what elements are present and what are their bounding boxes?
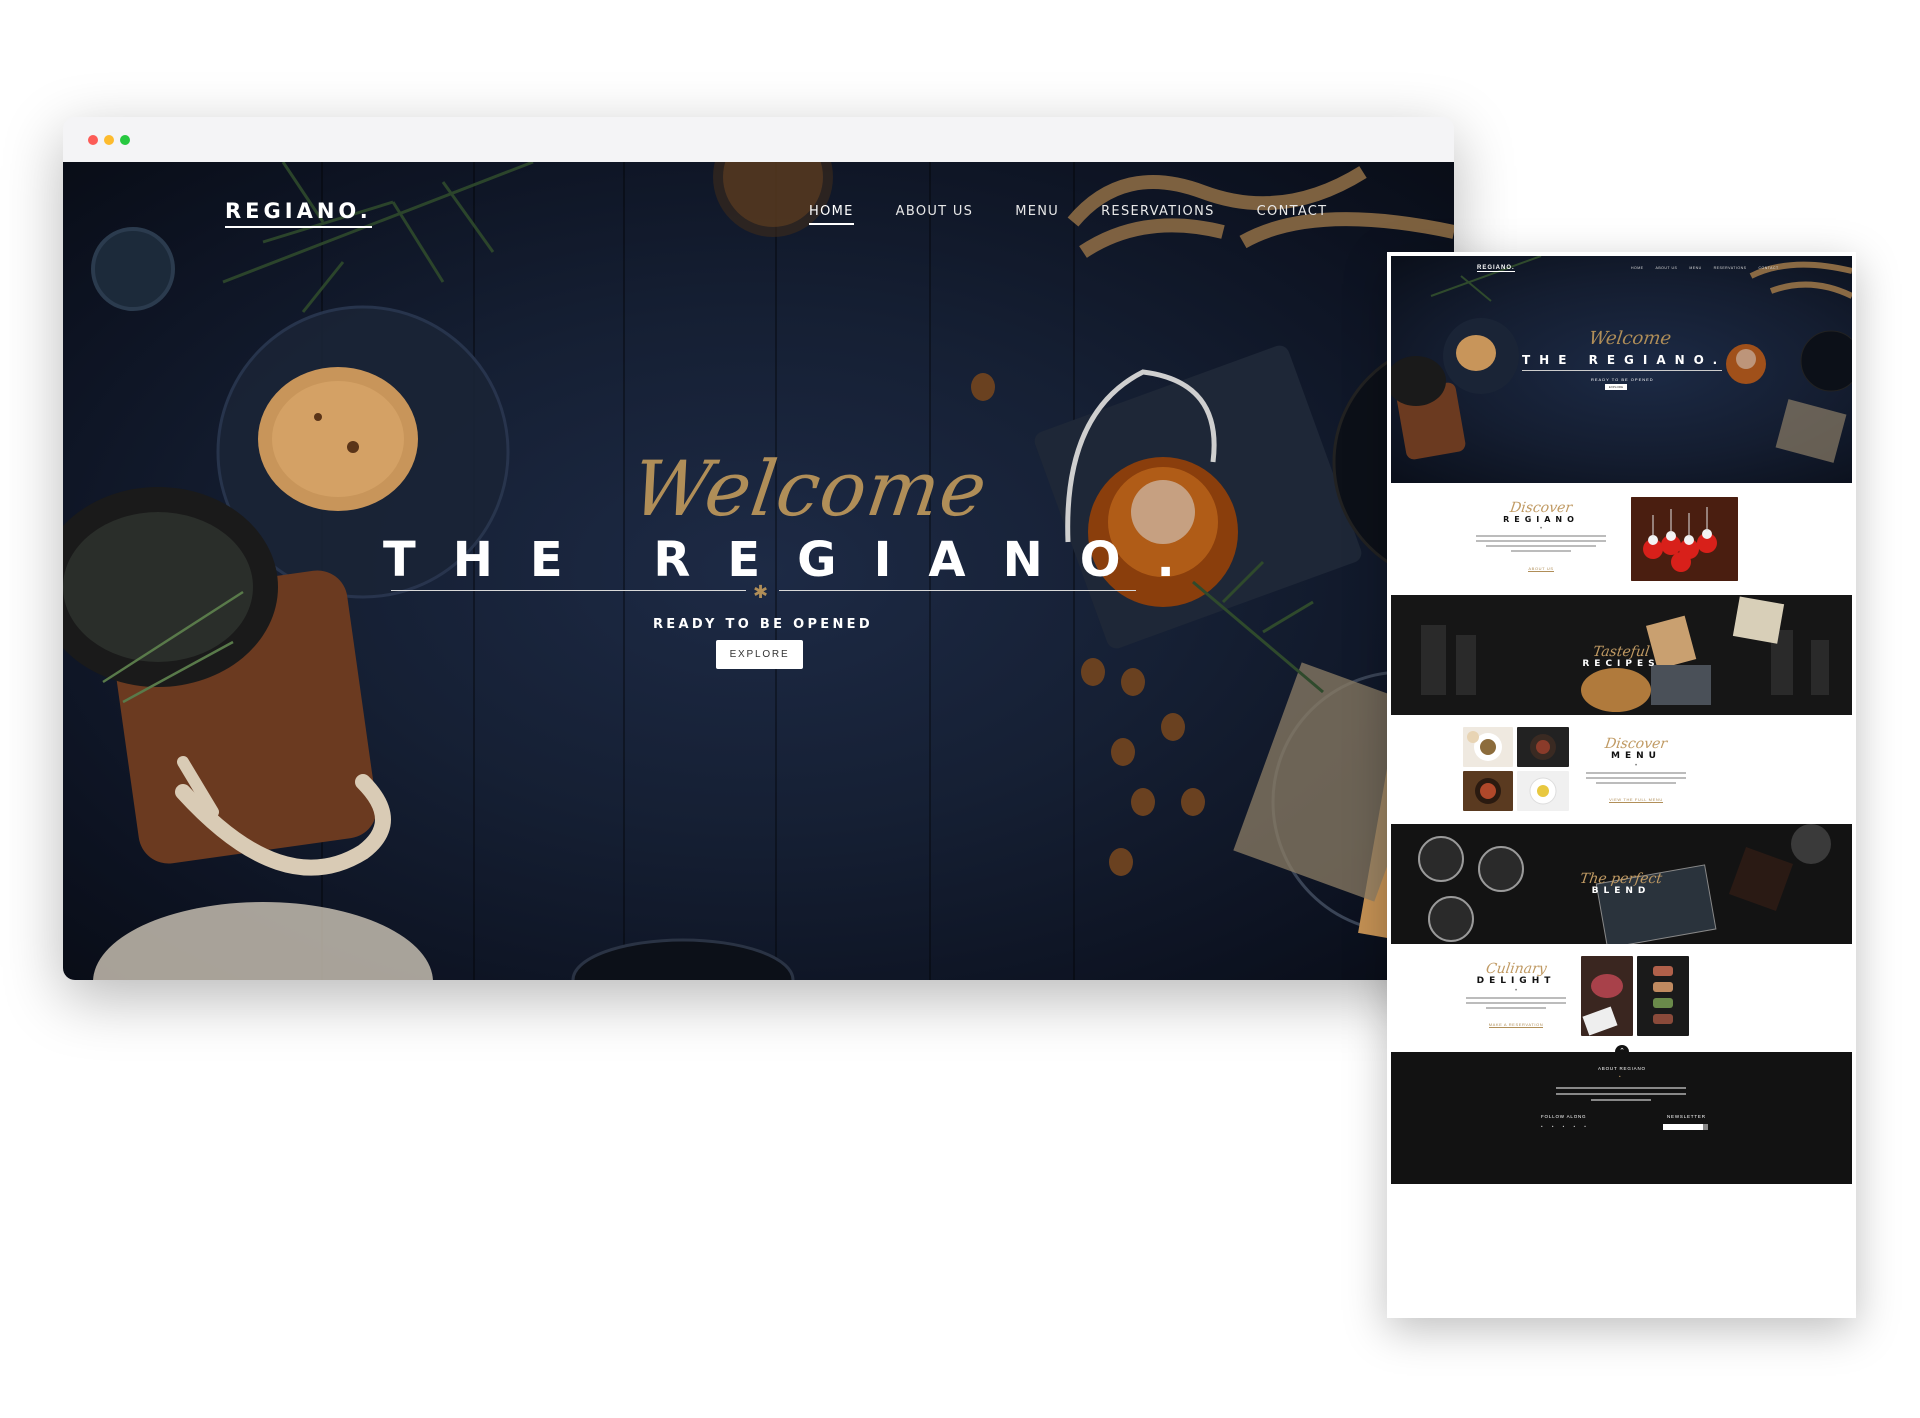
minimize-window-button[interactable] <box>104 135 114 145</box>
preview-hero-divider <box>1522 370 1722 371</box>
preview-about-ornament: • <box>1539 526 1543 532</box>
preview-blend-script: The perfect <box>1578 871 1664 887</box>
star-icon: ✱ <box>753 582 769 602</box>
preview-menu-section: Discover MENU • VIEW THE FULL MENU <box>1391 715 1852 824</box>
preview-recipes-script: Tasteful <box>1591 644 1651 660</box>
full-page-preview: REGIANO. HOME ABOUT US MENU RESERVATIONS… <box>1387 252 1856 1318</box>
preview-recipes-title: RECIPES <box>1582 659 1660 669</box>
hero-script-title: Welcome <box>626 444 993 533</box>
preview-hero-subtitle: READY TO BE OPENED <box>1591 377 1654 382</box>
preview-navigation: HOME ABOUT US MENU RESERVATIONS CONTACT <box>1631 266 1779 270</box>
hero-section: REGIANO. HOME ABOUT US MENU RESERVATIONS… <box>63 162 1454 980</box>
chevron-up-icon: ⌃ <box>1615 1045 1629 1059</box>
browser-window: REGIANO. HOME ABOUT US MENU RESERVATIONS… <box>63 117 1454 980</box>
preview-blend-section: The perfect BLEND <box>1391 824 1852 944</box>
preview-nav-home: HOME <box>1631 266 1644 270</box>
preview-footer-follow-title: FOLLOW ALONG <box>1541 1114 1587 1119</box>
preview-delight-photo-2 <box>1637 956 1689 1036</box>
preview-nav-about: ABOUT US <box>1655 266 1678 270</box>
main-navigation: HOME ABOUT US MENU RESERVATIONS CONTACT <box>809 204 1327 225</box>
preview-delight-section: Culinary DELIGHT • MAKE A RESERVATION <box>1391 944 1852 1052</box>
preview-nav-menu: MENU <box>1689 266 1702 270</box>
preview-menu-title: MENU <box>1611 751 1661 761</box>
preview-about-script: Discover <box>1508 500 1574 516</box>
hero-title: THE REGIANO. <box>383 532 1212 588</box>
maximize-window-button[interactable] <box>120 135 130 145</box>
preview-delight-ornament: • <box>1514 988 1518 994</box>
preview-delight-title: DELIGHT <box>1476 976 1556 986</box>
preview-explore-button: EXPLORE <box>1605 384 1627 390</box>
preview-footer-ornament: • <box>1619 1074 1622 1079</box>
nav-about-us[interactable]: ABOUT US <box>896 204 974 225</box>
preview-delight-link: MAKE A RESERVATION <box>1488 1022 1544 1028</box>
preview-about-link: ABOUT US <box>1528 566 1554 572</box>
preview-menu-photo-3 <box>1463 771 1513 811</box>
nav-contact[interactable]: CONTACT <box>1257 204 1328 225</box>
preview-menu-ornament: • <box>1634 763 1638 769</box>
preview-footer-newsletter-title: NEWSLETTER <box>1667 1114 1706 1119</box>
nav-reservations[interactable]: RESERVATIONS <box>1101 204 1215 225</box>
preview-blend-title: BLEND <box>1591 886 1651 896</box>
hero-divider-right <box>779 590 1136 591</box>
hero-subtitle: READY TO BE OPENED <box>653 617 873 632</box>
preview-delight-script: Culinary <box>1484 961 1548 977</box>
preview-menu-script: Discover <box>1603 736 1669 752</box>
preview-about-section: Discover REGIANO • ABOUT US <box>1391 483 1852 595</box>
preview-recipes-section: Tasteful RECIPES <box>1391 595 1852 715</box>
preview-menu-link: VIEW THE FULL MENU <box>1609 797 1663 803</box>
preview-nav-reservations: RESERVATIONS <box>1713 266 1747 270</box>
preview-newsletter-submit <box>1703 1124 1708 1130</box>
browser-title-bar <box>63 117 1454 162</box>
preview-hero: REGIANO. HOME ABOUT US MENU RESERVATIONS… <box>1391 256 1852 483</box>
preview-about-title: REGIANO <box>1503 515 1579 524</box>
preview-logo: REGIANO. <box>1477 265 1515 272</box>
preview-newsletter-input <box>1663 1124 1703 1130</box>
site-logo[interactable]: REGIANO. <box>225 199 372 228</box>
preview-social-icons: • • • • • <box>1541 1124 1590 1129</box>
preview-hero-script: Welcome <box>1587 328 1673 349</box>
explore-button[interactable]: EXPLORE <box>716 640 803 669</box>
nav-menu[interactable]: MENU <box>1015 204 1059 225</box>
hero-divider-left <box>391 590 746 591</box>
preview-footer: ⌃ ABOUT REGIANO • FOLLOW ALONG • • • • •… <box>1391 1045 1852 1184</box>
nav-home[interactable]: HOME <box>809 204 854 225</box>
preview-nav-contact: CONTACT <box>1758 266 1779 270</box>
preview-about-photo <box>1631 497 1738 581</box>
preview-menu-photo-2 <box>1517 727 1569 767</box>
preview-footer-about-title: ABOUT REGIANO <box>1598 1066 1646 1071</box>
close-window-button[interactable] <box>88 135 98 145</box>
preview-hero-title: THE REGIANO. <box>1522 353 1727 367</box>
preview-menu-photo-4 <box>1517 771 1569 811</box>
preview-delight-photo-1 <box>1581 956 1633 1036</box>
preview-menu-photo-1 <box>1463 727 1513 767</box>
